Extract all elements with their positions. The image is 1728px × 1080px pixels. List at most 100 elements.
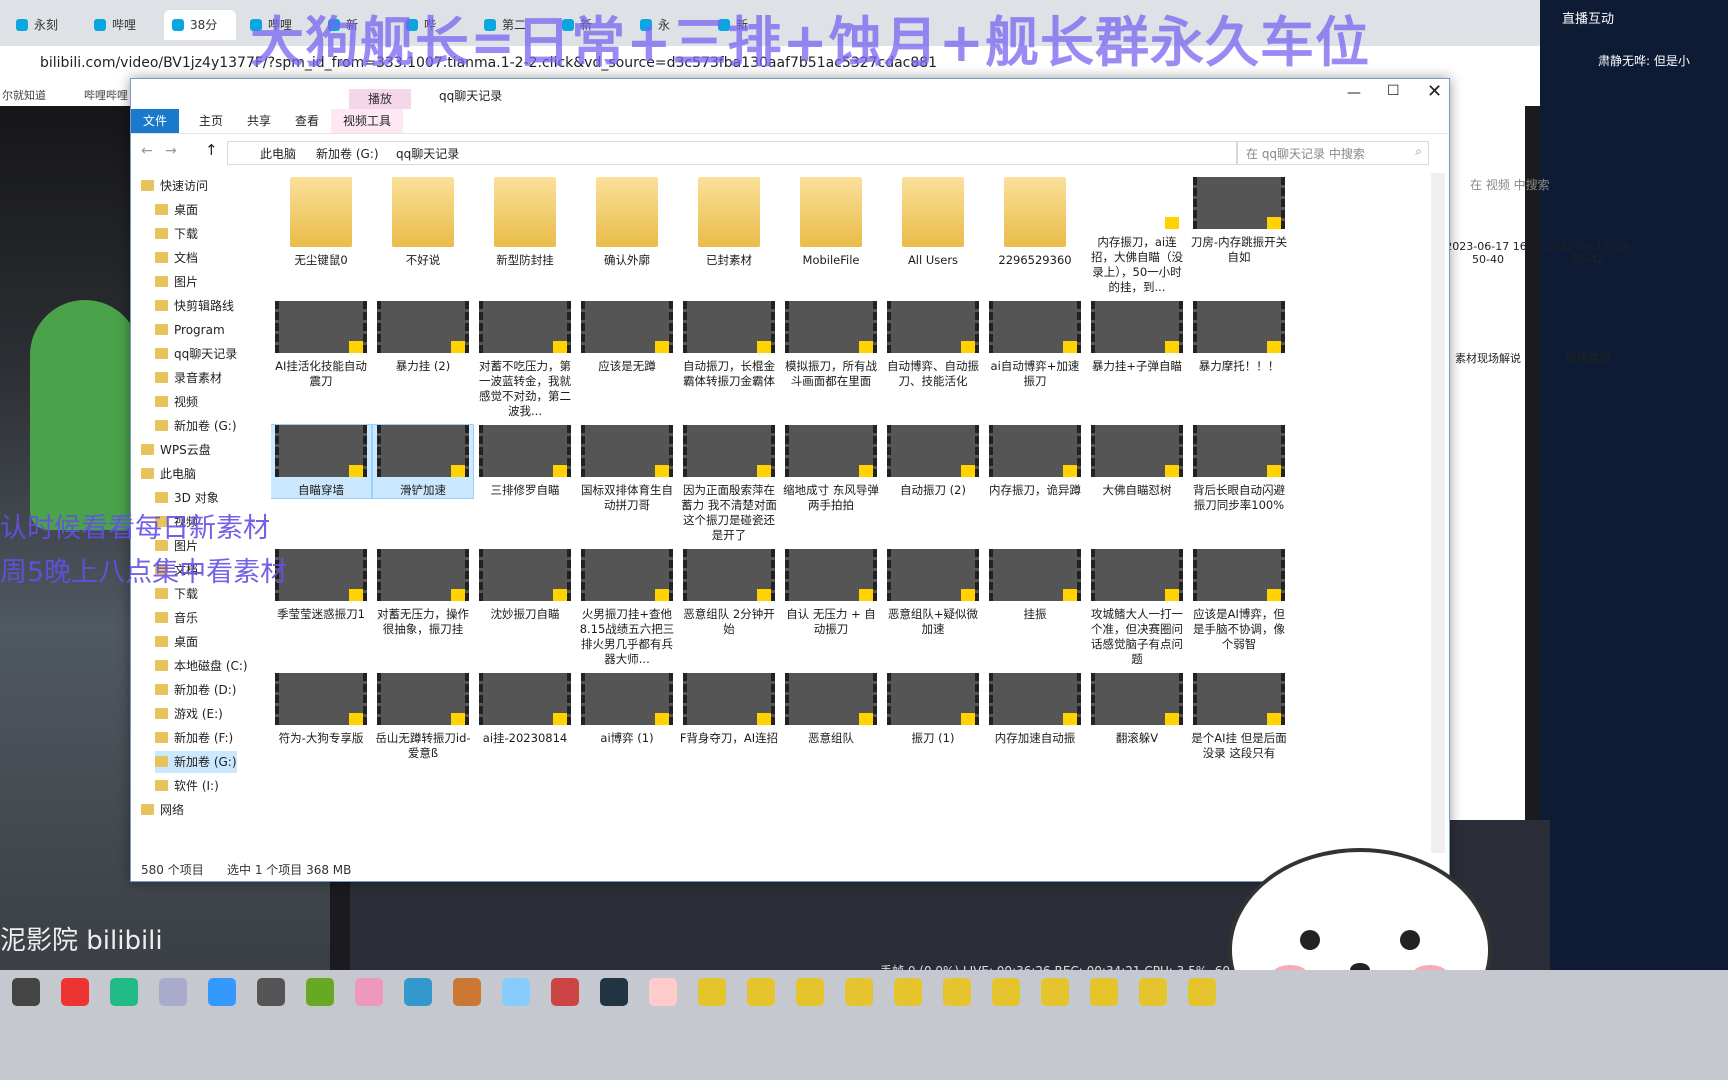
file-item[interactable]: 暴力摩托！！！ [1189, 301, 1289, 374]
file-item[interactable]: 网络真理 [1540, 350, 1636, 366]
context-tab-header[interactable]: 播放 [349, 89, 411, 109]
file-item[interactable]: 翻滚躲V [1087, 673, 1187, 746]
sidebar-item[interactable]: 文档 [155, 247, 198, 269]
sidebar-item[interactable]: Program [155, 319, 225, 341]
taskbar-app-icon[interactable] [747, 978, 775, 1006]
file-item[interactable]: 内存振刀，诡异蹲 [985, 425, 1085, 498]
file-item[interactable]: 恶意组队 2分钟开始 [679, 549, 779, 637]
taskbar-app-icon[interactable] [404, 978, 432, 1006]
sidebar-item[interactable]: 游戏 (E:) [155, 703, 223, 725]
file-item[interactable]: 自动振刀，长棍金霸体转振刀金霸体 [679, 301, 779, 389]
sidebar-item[interactable]: 快速访问 [141, 175, 208, 197]
file-item[interactable]: 符为-大狗专享版 [271, 673, 371, 746]
sidebar-item[interactable]: 视频 [155, 391, 198, 413]
taskbar-app-icon[interactable] [894, 978, 922, 1006]
taskbar-app-icon[interactable] [600, 978, 628, 1006]
tab-file[interactable]: 文件 [131, 109, 180, 133]
sidebar-item[interactable]: 新加卷 (F:) [155, 727, 233, 749]
bookmark-item[interactable]: 哔哩哔哩 [84, 87, 128, 103]
file-item[interactable]: 模拟振刀，所有战斗画面都在里面 [781, 301, 881, 389]
close-icon[interactable]: ✕ [1427, 81, 1442, 102]
file-item[interactable]: 自认 无压力 + 自动振刀 [781, 549, 881, 637]
taskbar-app-icon[interactable] [698, 978, 726, 1006]
browser-tab[interactable]: 哔哩 [86, 10, 158, 40]
file-item[interactable]: 2023-06-17 16-50-40 [1440, 240, 1536, 266]
file-item[interactable]: 因为正面殷索萍在蓄力 我不清楚对面这个振刀是碰瓷还是开了 [679, 425, 779, 543]
taskbar-app-icon[interactable] [1139, 978, 1167, 1006]
file-item[interactable]: 振刀 (1) [883, 673, 983, 746]
sidebar-item[interactable]: 录音素材 [155, 367, 222, 389]
file-item[interactable]: 素材现场解说 [1440, 350, 1536, 366]
taskbar-app-icon[interactable] [355, 978, 383, 1006]
file-item[interactable]: ai博弈 (1) [577, 673, 677, 746]
taskbar-app-icon[interactable] [453, 978, 481, 1006]
taskbar-app-icon[interactable] [1041, 978, 1069, 1006]
file-item[interactable]: 沈妙振刀自瞄 [475, 549, 575, 622]
back-arrow-icon[interactable]: ← [141, 143, 153, 159]
secondary-search[interactable]: 在 视频 中搜索 [1470, 176, 1560, 193]
file-item[interactable]: 新型防封挂 [475, 177, 575, 268]
taskbar-app-icon[interactable] [159, 978, 187, 1006]
file-item[interactable]: 恶意组队 [781, 673, 881, 746]
sidebar-item[interactable]: qq聊天记录 [155, 343, 237, 365]
sidebar-item[interactable]: 软件 (I:) [155, 775, 219, 797]
file-item[interactable]: 不好说 [373, 177, 473, 268]
sidebar-item[interactable]: 下载 [155, 223, 198, 245]
forward-arrow-icon[interactable]: → [165, 143, 177, 159]
file-item[interactable]: 火男振刀挂+查他8.15战绩五六把三排火男几乎都有兵器大师... [577, 549, 677, 667]
taskbar-app-icon[interactable] [845, 978, 873, 1006]
sidebar-item[interactable]: 网络 [141, 799, 184, 821]
file-item[interactable]: 缩地成寸 东风导弹 两手拍拍 [781, 425, 881, 513]
sidebar-item[interactable]: 新加卷 (G:) [155, 751, 237, 773]
file-item[interactable]: 大佛自瞄怼树 [1087, 425, 1187, 498]
file-item[interactable]: 无尘键鼠0 [271, 177, 371, 268]
file-item[interactable]: 自动振刀 (2) [883, 425, 983, 498]
file-item[interactable]: 自瞄穿墙 [271, 424, 372, 499]
tab-video-tools[interactable]: 视频工具 [331, 109, 404, 133]
breadcrumb-item[interactable]: qq聊天记录 [396, 145, 459, 162]
sidebar-item[interactable]: 快剪辑路线 [155, 295, 234, 317]
sidebar-item[interactable]: 本地磁盘 (C:) [155, 655, 248, 677]
taskbar-app-icon[interactable] [257, 978, 285, 1006]
file-item[interactable]: 对蓄不吃压力，第一波蓝转金，我就感觉不对劲，第二波我... [475, 301, 575, 419]
file-item[interactable]: 挂振 [985, 549, 1085, 622]
file-item[interactable]: 恶意组队+疑似微加速 [883, 549, 983, 637]
tab-home[interactable]: 主页 [187, 109, 235, 133]
file-item[interactable]: ai挂-20230814 [475, 673, 575, 746]
file-item[interactable]: 暴力挂 (2) [373, 301, 473, 374]
taskbar-app-icon[interactable] [992, 978, 1020, 1006]
tab-view[interactable]: 查看 [283, 109, 331, 133]
file-item[interactable]: 应该是无蹲 [577, 301, 677, 374]
file-item[interactable]: 已封素材 [679, 177, 779, 268]
sidebar-item[interactable]: 图片 [155, 271, 198, 293]
taskbar-app-icon[interactable] [208, 978, 236, 1006]
taskbar-app-icon[interactable] [1090, 978, 1118, 1006]
file-item[interactable]: F背身夺刀，AI连招 [679, 673, 779, 746]
file-item[interactable]: 确认外廓 [577, 177, 677, 268]
file-item[interactable]: 刀房-内存跳振开关自如 [1189, 177, 1289, 265]
sidebar-item[interactable]: 音乐 [155, 607, 198, 629]
breadcrumb-item[interactable]: 新加卷 (G:) [316, 145, 379, 162]
file-item[interactable]: 2023-06-17 20-55-42 [1540, 240, 1636, 266]
taskbar-app-icon[interactable] [12, 978, 40, 1006]
file-item[interactable]: 自动博弈、自动振刀、技能活化 [883, 301, 983, 389]
taskbar-app-icon[interactable] [551, 978, 579, 1006]
sidebar-item[interactable]: 此电脑 [141, 463, 196, 485]
file-item[interactable]: 内存振刀，ai连招，大佛自瞄（没录上），50一小时的挂，到... [1087, 177, 1187, 295]
sidebar-item[interactable]: 桌面 [155, 631, 198, 653]
sidebar-item[interactable]: 新加卷 (D:) [155, 679, 236, 701]
browser-tab[interactable]: 永刻 [8, 10, 80, 40]
taskbar-app-icon[interactable] [649, 978, 677, 1006]
browser-tab[interactable]: 38分 [164, 10, 236, 40]
file-item[interactable]: All Users [883, 177, 983, 268]
file-item[interactable]: 是个AI挂 但是后面没录 这段只有 [1189, 673, 1289, 761]
file-item[interactable]: 暴力挂+子弹自瞄 [1087, 301, 1187, 374]
breadcrumb-item[interactable]: 此电脑 [260, 145, 296, 162]
taskbar-app-icon[interactable] [61, 978, 89, 1006]
file-item[interactable]: 对蓄无压力，操作很抽象，振刀挂 [373, 549, 473, 637]
file-item[interactable]: 国标双排体育生自动拼刀哥 [577, 425, 677, 513]
file-item[interactable]: AI挂活化技能自动震刀 [271, 301, 371, 389]
search-input[interactable]: 在 qq聊天记录 中搜索 ⌕ [1237, 141, 1429, 165]
sidebar-item[interactable]: 桌面 [155, 199, 198, 221]
file-item[interactable]: MobileFile [781, 177, 881, 268]
